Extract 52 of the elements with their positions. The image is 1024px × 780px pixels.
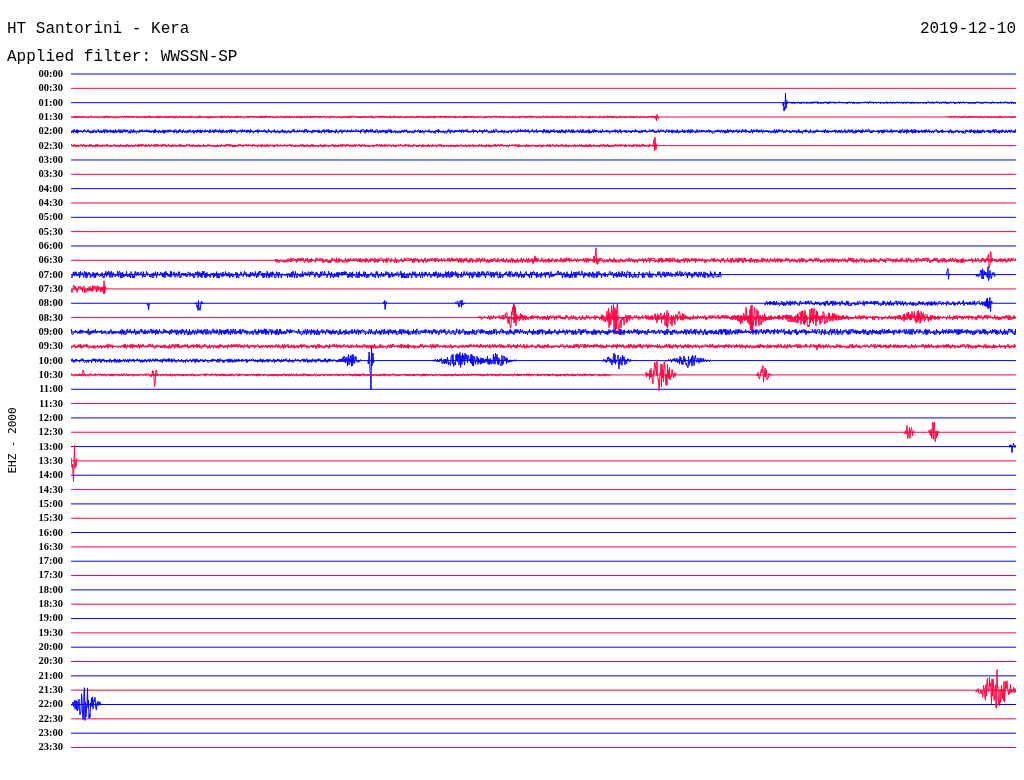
time-label: 13:30 [37,453,63,468]
time-label: 21:00 [37,668,63,683]
time-label: 20:30 [37,654,63,669]
time-label: 23:00 [37,726,63,741]
time-label: 23:30 [37,740,63,755]
time-label: 00:30 [37,81,63,96]
time-label: 19:30 [37,625,63,640]
time-label: 18:00 [37,582,63,597]
time-label: 11:00 [38,382,63,397]
time-label: 18:30 [37,597,63,612]
filter-label: Applied filter: WWSSN-SP [6,47,239,66]
station-title: HT Santorini - Kera [7,20,190,38]
time-label: 22:30 [37,711,63,726]
time-label: 04:30 [37,195,63,210]
time-label: 05:30 [37,224,63,239]
time-label: 20:00 [37,640,63,655]
time-label: 17:30 [37,568,63,583]
time-label: 02:00 [37,124,63,139]
time-label: 17:00 [37,554,63,569]
time-label: 09:00 [37,324,63,339]
time-label: 19:00 [37,611,63,626]
time-label: 01:00 [37,95,63,110]
time-label: 04:00 [37,181,63,196]
time-label: 06:30 [37,253,63,268]
time-label: 08:00 [37,296,63,311]
time-label: 14:30 [37,482,63,497]
time-label: 02:30 [37,138,63,153]
time-label: 00:00 [37,67,63,81]
time-label: 10:30 [37,367,63,382]
time-label: 10:00 [37,353,63,368]
time-label: 22:00 [37,697,63,712]
time-label: 05:00 [37,210,63,225]
time-label: 16:30 [37,539,63,554]
time-label: 09:30 [37,339,63,354]
time-label: 12:00 [37,410,63,425]
time-label: 21:30 [37,683,63,698]
date-label: 2019-12-10 [920,20,1016,38]
time-label: 03:30 [37,167,63,182]
time-label: 07:30 [37,281,63,296]
time-label: 11:30 [38,396,63,411]
time-label: 03:00 [37,152,63,167]
time-label: 15:00 [37,496,63,511]
time-label: 07:00 [37,267,63,282]
time-label: 14:00 [37,468,63,483]
time-label: 01:30 [37,110,63,124]
time-label: 13:00 [37,439,63,454]
channel-label: EHZ - 2000 [5,407,19,474]
time-label: 12:30 [37,425,63,440]
time-label: 16:00 [37,525,63,540]
time-label: 08:30 [37,310,63,325]
time-label: 06:00 [37,238,63,253]
time-label: 15:30 [37,511,63,526]
